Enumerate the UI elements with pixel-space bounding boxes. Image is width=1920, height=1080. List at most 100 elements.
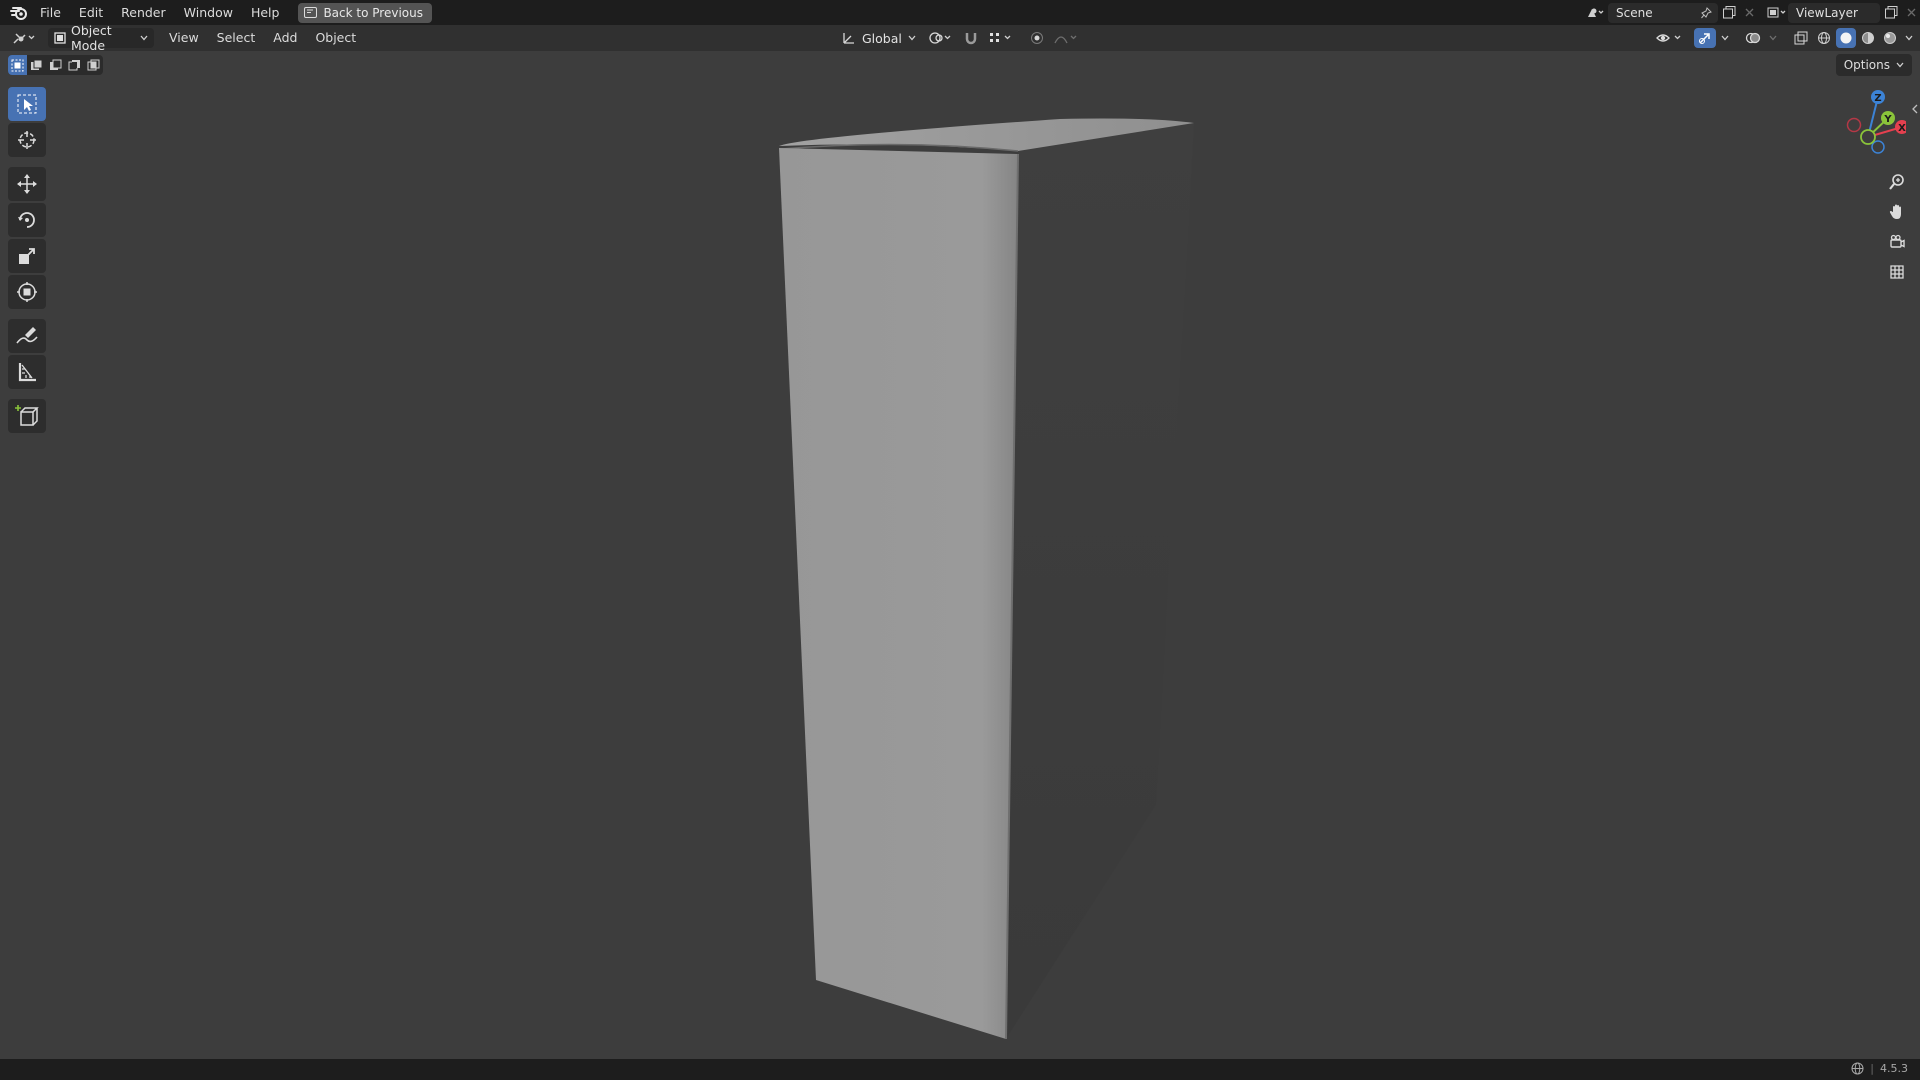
navigation-gizmo[interactable]: Z Y X xyxy=(1836,85,1906,175)
measure-ruler-icon xyxy=(16,361,38,383)
viewport-header: Object Mode View Select Add Object Globa… xyxy=(0,23,1920,53)
shading-options-chevron-icon[interactable] xyxy=(1902,28,1916,48)
menu-render[interactable]: Render xyxy=(112,2,175,24)
menu-edit[interactable]: Edit xyxy=(70,2,112,24)
select-new-icon[interactable] xyxy=(8,55,27,75)
snap-toggle-magnet-icon[interactable] xyxy=(960,28,982,48)
zoom-icon[interactable] xyxy=(1883,169,1911,195)
overlays-toggle-icon[interactable] xyxy=(1742,28,1764,48)
scene-field[interactable]: Scene xyxy=(1608,2,1718,23)
select-box-icon xyxy=(16,93,38,115)
transform-orientation-label: Global xyxy=(862,30,902,46)
falloff-curve-dropdown[interactable] xyxy=(1052,28,1082,48)
shading-wireframe-icon[interactable] xyxy=(1814,28,1834,48)
new-view-layer-icon[interactable] xyxy=(1880,3,1902,23)
scale-icon xyxy=(16,245,38,267)
toolbar-divider xyxy=(8,159,46,165)
header-menu-view[interactable]: View xyxy=(160,27,208,49)
delete-view-layer-icon[interactable] xyxy=(1902,3,1920,23)
pin-icon[interactable] xyxy=(1701,6,1718,19)
new-scene-icon[interactable] xyxy=(1718,3,1740,23)
viewport-options-dropdown[interactable]: Options xyxy=(1835,54,1912,76)
select-difference-icon[interactable] xyxy=(65,55,84,75)
rotate-tool[interactable] xyxy=(8,203,46,237)
view-layer-browse-icon[interactable] xyxy=(1766,3,1788,23)
status-bar: | 4.5.3 xyxy=(0,1059,1920,1080)
xray-toggle-icon[interactable] xyxy=(1790,28,1812,48)
cursor-icon xyxy=(16,129,38,151)
transform-tools-group: Global xyxy=(836,28,1082,48)
scene-browse-icon[interactable] xyxy=(1584,3,1606,23)
object-mode-dropdown[interactable]: Object Mode xyxy=(48,23,154,53)
proportional-editing-icon[interactable] xyxy=(1026,28,1048,48)
object-mode-icon xyxy=(54,32,66,44)
navigation-buttons xyxy=(1883,169,1911,285)
perspective-grid-icon[interactable] xyxy=(1883,259,1911,285)
toolbar-divider xyxy=(8,391,46,397)
menu-file[interactable]: File xyxy=(31,2,70,24)
tool-shelf xyxy=(8,87,46,433)
chevron-down-icon xyxy=(908,35,916,41)
box-object[interactable] xyxy=(0,51,1920,1059)
add-cube-tool[interactable] xyxy=(8,399,46,433)
blender-version: 4.5.3 xyxy=(1880,1062,1908,1075)
transform-tool[interactable] xyxy=(8,275,46,309)
overlays-options-chevron-icon[interactable] xyxy=(1766,28,1780,48)
screen-back-icon xyxy=(304,7,318,18)
scene-name: Scene xyxy=(1616,5,1653,20)
3d-viewport[interactable]: Options Z Y X xyxy=(0,51,1920,1059)
header-menu-add[interactable]: Add xyxy=(264,27,306,49)
shading-rendered-icon[interactable] xyxy=(1880,28,1900,48)
cursor-tool[interactable] xyxy=(8,123,46,157)
back-to-previous-button[interactable]: Back to Previous xyxy=(298,2,432,23)
select-intersect-icon[interactable] xyxy=(84,55,103,75)
options-label: Options xyxy=(1843,58,1890,72)
menu-window[interactable]: Window xyxy=(175,2,242,24)
blender-logo-icon[interactable] xyxy=(7,1,31,25)
camera-view-icon[interactable] xyxy=(1883,229,1911,255)
gizmo-x-label: X xyxy=(1898,123,1906,134)
select-subtract-icon[interactable] xyxy=(46,55,65,75)
object-visibility-dropdown[interactable] xyxy=(1654,28,1686,48)
header-menu-object[interactable]: Object xyxy=(306,27,365,49)
transform-orientation-dropdown[interactable]: Global xyxy=(836,28,922,48)
select-box-tool[interactable] xyxy=(8,87,46,121)
snap-target-dropdown[interactable] xyxy=(986,28,1016,48)
gizmo-z-label: Z xyxy=(1874,93,1881,104)
delete-scene-icon[interactable] xyxy=(1740,3,1758,23)
pivot-point-dropdown[interactable] xyxy=(926,28,956,48)
shading-material-icon[interactable] xyxy=(1858,28,1878,48)
gizmo-y-label: Y xyxy=(1883,114,1892,125)
gizmo-options-chevron-icon[interactable] xyxy=(1718,28,1732,48)
view-layer-name: ViewLayer xyxy=(1796,5,1858,20)
editor-type-button[interactable] xyxy=(10,28,40,48)
sidebar-toggle-chevron-icon[interactable] xyxy=(1910,100,1920,118)
network-globe-icon[interactable] xyxy=(1851,1062,1864,1075)
object-mode-label: Object Mode xyxy=(71,23,112,53)
header-menu-select[interactable]: Select xyxy=(208,27,265,49)
transform-icon xyxy=(16,281,38,303)
annotate-tool[interactable] xyxy=(8,319,46,353)
toolbar-divider xyxy=(8,311,46,317)
measure-tool[interactable] xyxy=(8,355,46,389)
selection-mode-group xyxy=(8,55,103,75)
select-extend-icon[interactable] xyxy=(27,55,46,75)
orientation-axes-icon xyxy=(842,31,856,45)
annotate-pencil-icon xyxy=(15,325,39,347)
add-cube-icon xyxy=(15,404,39,428)
chevron-down-icon xyxy=(1896,62,1904,68)
status-separator: | xyxy=(1870,1062,1874,1075)
shading-solid-icon[interactable] xyxy=(1836,28,1856,48)
rotate-icon xyxy=(16,209,38,231)
viewport-display-controls xyxy=(1654,28,1916,48)
gizmo-toggle-icon[interactable] xyxy=(1694,28,1716,48)
pan-hand-icon[interactable] xyxy=(1883,199,1911,225)
top-menu-bar: File Edit Render Window Help Back to Pre… xyxy=(0,0,1920,25)
scale-tool[interactable] xyxy=(8,239,46,273)
top-right-controls: Scene ViewLayer xyxy=(1584,0,1920,25)
move-tool[interactable] xyxy=(8,167,46,201)
chevron-down-icon xyxy=(140,35,148,41)
move-arrows-icon xyxy=(16,173,38,195)
menu-help[interactable]: Help xyxy=(242,2,289,24)
view-layer-field[interactable]: ViewLayer xyxy=(1788,2,1880,23)
